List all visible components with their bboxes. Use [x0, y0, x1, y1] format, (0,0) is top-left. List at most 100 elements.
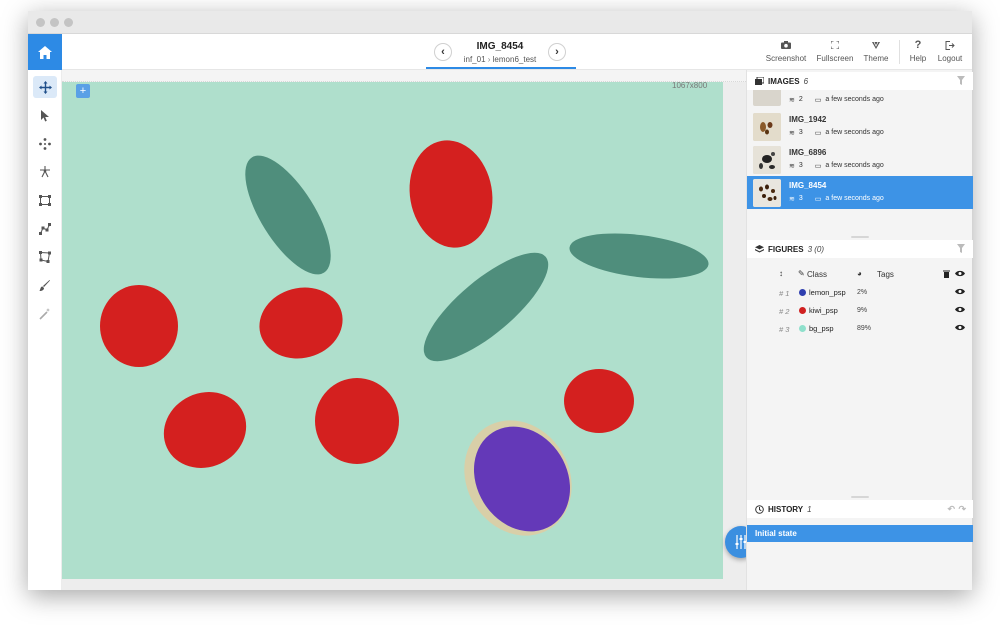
title-underline: [426, 67, 576, 69]
polyline-tool-button[interactable]: [33, 218, 57, 240]
window-maximize-dot[interactable]: [64, 18, 73, 27]
filter-icon[interactable]: [957, 244, 965, 253]
calendar-icon: ▭: [814, 97, 822, 104]
eye-icon[interactable]: [955, 306, 965, 313]
class-color-dot: [799, 289, 806, 296]
image-name: IMG_1942: [789, 115, 827, 124]
annotation-canvas[interactable]: + 1067x800: [62, 70, 757, 590]
window-minimize-dot[interactable]: [50, 18, 59, 27]
image-list-item[interactable]: IMG_6896 ≋ 3 ▭ a few seconds ago: [747, 143, 973, 176]
images-panel-title: IMAGES: [768, 76, 800, 86]
move-tool-button[interactable]: [33, 76, 57, 98]
image-name: IMG_8454: [789, 181, 827, 190]
figure-number: # 2: [779, 307, 790, 316]
trash-icon[interactable]: [943, 270, 950, 278]
magic-wand-icon: [39, 308, 50, 320]
add-button[interactable]: +: [76, 84, 90, 98]
eye-icon[interactable]: [955, 270, 965, 277]
image-thumbnail: [753, 146, 781, 174]
theme-label: Theme: [863, 54, 889, 63]
image-list-item[interactable]: ≋ 2 ▭ a few seconds ago: [747, 90, 973, 110]
screenshot-button[interactable]: Screenshot: [763, 38, 809, 63]
figure-row[interactable]: # 3 bg_psp 89%: [747, 320, 973, 338]
sort-icon[interactable]: ↕: [779, 269, 783, 278]
tags-column-header[interactable]: Tags: [877, 270, 894, 279]
kiwi-mask-2: [100, 285, 178, 367]
figures-panel-header: FIGURES 3 (0): [747, 240, 973, 258]
points-tool-button[interactable]: [33, 133, 57, 155]
class-color-dot: [799, 325, 806, 332]
home-button[interactable]: [28, 34, 62, 70]
canvas-ruler: [62, 70, 746, 82]
eye-icon[interactable]: [955, 288, 965, 295]
select-tool-button[interactable]: [33, 105, 57, 127]
undo-icon[interactable]: ↶: [947, 504, 955, 515]
figure-row[interactable]: # 1 lemon_psp 2%: [747, 284, 973, 302]
area-column-icon: ◕: [857, 269, 862, 278]
image-scene[interactable]: [62, 82, 723, 579]
image-meta: ≋ 2 ▭ a few seconds ago: [789, 96, 884, 104]
magic-wand-tool-button[interactable]: [33, 303, 57, 325]
breadcrumb-dataset[interactable]: lemon6_test: [493, 55, 537, 64]
filter-icon[interactable]: [957, 76, 965, 85]
theme-button[interactable]: Theme: [853, 38, 899, 63]
image-list-item[interactable]: IMG_1942 ≋ 3 ▭ a few seconds ago: [747, 110, 973, 143]
next-image-button[interactable]: ›: [548, 43, 566, 61]
image-meta: ≋ 3 ▭ a few seconds ago: [789, 162, 884, 170]
figure-number: # 3: [779, 325, 790, 334]
tool-sidebar: [28, 70, 62, 590]
skeleton-tool-button[interactable]: [33, 161, 57, 183]
image-dimensions: 1067x800: [672, 81, 708, 90]
fullscreen-icon: [831, 41, 839, 49]
figure-area-percent: 9%: [857, 307, 868, 314]
screenshot-label: Screenshot: [765, 54, 807, 63]
layers-icon: ≋: [789, 130, 795, 137]
figure-class: kiwi_psp: [809, 306, 838, 315]
class-column-header[interactable]: Class: [807, 270, 827, 279]
history-icon: [755, 504, 764, 514]
class-column-icon: ✎: [798, 269, 805, 278]
image-meta: ≋ 3 ▭ a few seconds ago: [789, 195, 884, 203]
class-color-dot: [799, 307, 806, 314]
rectangle-tool-button[interactable]: [33, 189, 57, 211]
image-meta: ≋ 3 ▭ a few seconds ago: [789, 129, 884, 137]
figures-panel-title: FIGURES: [768, 244, 804, 254]
breadcrumb-project[interactable]: inf_01: [464, 55, 486, 64]
plus-icon: +: [79, 85, 87, 97]
image-list-item-selected[interactable]: IMG_8454 ≋ 3 ▭ a few seconds ago: [747, 176, 973, 209]
figure-area-percent: 89%: [857, 325, 872, 332]
redo-icon[interactable]: ↷: [958, 504, 966, 515]
history-item-selected[interactable]: Initial state: [747, 525, 973, 542]
home-icon: [38, 45, 52, 59]
image-thumbnail: [753, 90, 781, 106]
points-icon: [39, 138, 51, 150]
theme-icon: [872, 41, 880, 49]
layers-icon: ≋: [789, 163, 795, 170]
figure-row[interactable]: # 2 kiwi_psp 9%: [747, 302, 973, 320]
polygon-icon: [39, 251, 51, 263]
camera-icon: [781, 41, 791, 49]
help-icon: ?: [914, 39, 922, 51]
kiwi-mask-5: [315, 378, 399, 464]
logout-button[interactable]: Logout: [927, 38, 973, 63]
panel-resize-handle[interactable]: [851, 496, 869, 498]
panel-resize-handle[interactable]: [851, 236, 869, 238]
bounding-box-icon: [39, 194, 51, 206]
history-panel-header: HISTORY 1 ↶ ↷: [747, 500, 973, 518]
history-count: 1: [807, 504, 812, 514]
window-close-dot[interactable]: [36, 18, 45, 27]
calendar-icon: ▭: [814, 163, 822, 170]
brush-tool-button[interactable]: [33, 275, 57, 297]
figure-area-percent: 2%: [857, 289, 868, 296]
eye-icon[interactable]: [955, 324, 965, 331]
calendar-icon: ▭: [814, 130, 822, 137]
images-count: 6: [803, 76, 809, 86]
layers-icon: ≋: [789, 196, 795, 203]
skeleton-icon: [40, 166, 50, 178]
calendar-icon: ▭: [814, 196, 822, 203]
window-titlebar: [28, 11, 972, 34]
polygon-tool-button[interactable]: [33, 246, 57, 268]
kiwi-mask-6: [564, 369, 634, 433]
fullscreen-button[interactable]: Fullscreen: [812, 38, 858, 63]
right-panel: IMAGES 6 ≋ 2 ▭ a few seconds ago IMG_1942 …: [746, 70, 973, 590]
